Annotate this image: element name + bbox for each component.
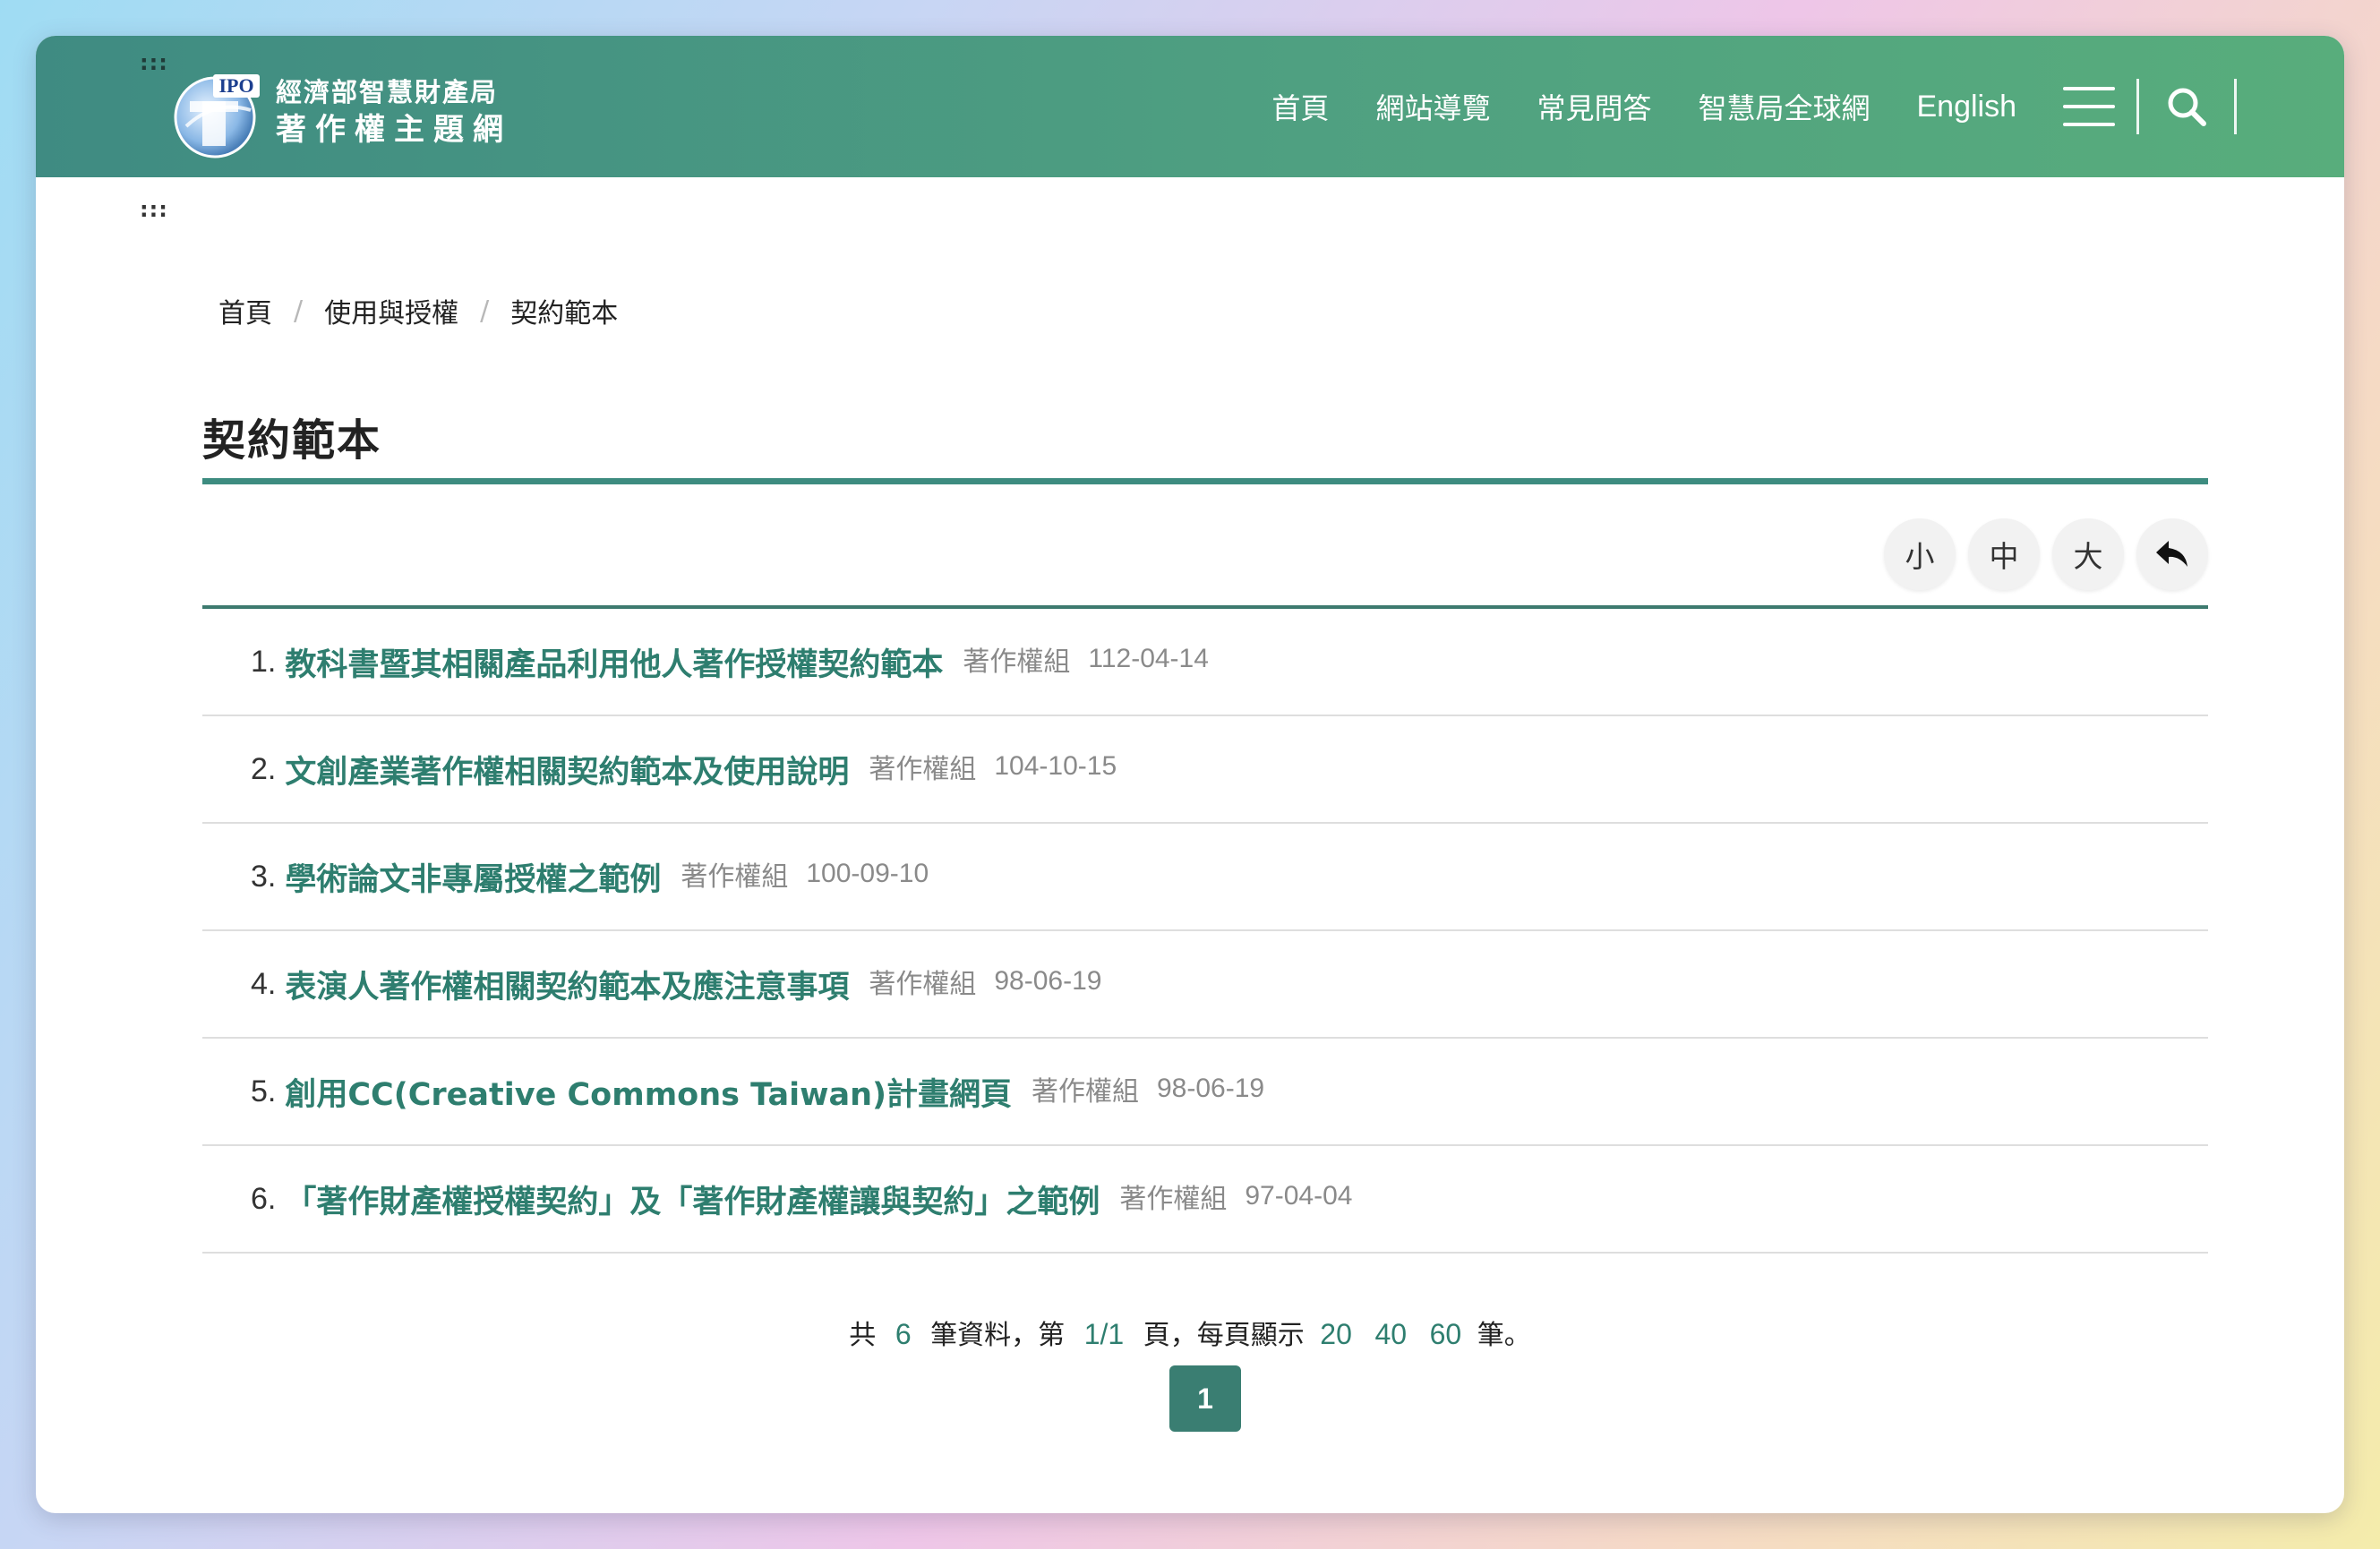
ipo-logo-icon: IPO	[168, 64, 265, 160]
item-date: 97-04-04	[1245, 1181, 1353, 1211]
pager-mid-text: 筆資料，第	[930, 1320, 1066, 1351]
page-title: 契約範本	[202, 415, 382, 466]
list-item: 2. 文創產業著作權相關契約範本及使用說明 著作權組 104-10-15	[202, 716, 2208, 824]
title-divider	[202, 478, 2208, 484]
logo-site-name: 著作權主題網	[276, 112, 512, 148]
item-unit: 著作權組	[869, 969, 977, 1000]
breadcrumb-home[interactable]: 首頁	[218, 291, 272, 330]
item-date: 100-09-10	[806, 859, 929, 888]
item-date: 104-10-15	[994, 751, 1117, 781]
page-1-button[interactable]: 1	[1169, 1365, 1241, 1432]
pager-mid-text: 頁，每頁顯示	[1143, 1320, 1305, 1351]
accesskey-top[interactable]: :::	[140, 52, 168, 73]
item-unit: 著作權組	[1119, 1184, 1228, 1215]
reply-arrow-icon	[2156, 541, 2187, 567]
item-date: 98-06-19	[1157, 1074, 1265, 1103]
nav-tipo-global[interactable]: 智慧局全球網	[1698, 86, 1870, 127]
main-nav: 首頁 網站導覽 常見問答 智慧局全球網 English	[1225, 79, 2237, 134]
item-date: 98-06-19	[994, 966, 1102, 996]
search-icon[interactable]	[2166, 86, 2207, 127]
nav-divider	[2234, 79, 2237, 134]
document-list: 1. 教科書暨其相關產品利用他人著作授權契約範本 著作權組 112-04-14 …	[202, 609, 2208, 1254]
font-small-button[interactable]: 小	[1884, 518, 1956, 590]
item-number: 5.	[251, 1074, 277, 1108]
site-logo[interactable]: IPO 經濟部智慧財產局 著作權主題網	[168, 63, 544, 161]
item-unit: 著作權組	[1032, 1076, 1139, 1108]
item-number: 2.	[251, 751, 277, 786]
nav-faq[interactable]: 常見問答	[1537, 86, 1651, 127]
list-item: 1. 教科書暨其相關產品利用他人著作授權契約範本 著作權組 112-04-14	[202, 609, 2208, 716]
font-large-button[interactable]: 大	[2052, 518, 2124, 590]
page-size-40-link[interactable]: 40	[1374, 1318, 1407, 1350]
item-number: 4.	[251, 966, 277, 1001]
item-number: 1.	[251, 644, 277, 679]
nav-home[interactable]: 首頁	[1271, 86, 1329, 127]
nav-divider	[2136, 79, 2139, 134]
pager-prefix: 共	[849, 1320, 877, 1351]
nav-english[interactable]: English	[1916, 90, 2016, 124]
breadcrumb-usage-licensing[interactable]: 使用與授權	[324, 291, 458, 330]
item-title-link[interactable]: 創用CC(Creative Commons Taiwan)計畫網頁	[285, 1069, 1012, 1115]
browser-window: ::: IPO 經濟部智慧財產局 著作權主題網 首頁 網站導覽 常見問答 智慧局…	[36, 36, 2344, 1513]
item-title-link[interactable]: 表演人著作權相關契約範本及應注意事項	[285, 962, 849, 1007]
breadcrumb-separator: /	[480, 295, 490, 327]
item-title-link[interactable]: 「著作財產權授權契約」及「著作財產權讓與契約」之範例	[285, 1177, 1100, 1222]
item-title-link[interactable]: 學術論文非專屬授權之範例	[285, 854, 661, 900]
accesskey-main[interactable]: :::	[140, 199, 168, 220]
font-medium-button[interactable]: 中	[1968, 518, 2040, 590]
breadcrumb: 首頁 / 使用與授權 / 契約範本	[218, 291, 618, 330]
hamburger-icon[interactable]	[2063, 87, 2115, 126]
svg-text:IPO: IPO	[218, 74, 253, 97]
page-size-60-link[interactable]: 60	[1430, 1318, 1462, 1350]
item-title-link[interactable]: 教科書暨其相關產品利用他人著作授權契約範本	[285, 639, 943, 685]
list-item: 6. 「著作財產權授權契約」及「著作財產權讓與契約」之範例 著作權組 97-04…	[202, 1146, 2208, 1254]
nav-sitemap[interactable]: 網站導覽	[1375, 86, 1490, 127]
breadcrumb-current: 契約範本	[510, 298, 619, 329]
pagination-summary: 共 6 筆資料，第 1/1 頁，每頁顯示 20 40 60 筆。	[36, 1313, 2344, 1352]
logo-agency-name: 經濟部智慧財產局	[276, 77, 499, 107]
font-size-tools: 小 中 大	[1871, 518, 2208, 590]
item-unit: 著作權組	[963, 646, 1071, 678]
site-header: ::: IPO 經濟部智慧財產局 著作權主題網 首頁 網站導覽 常見問答 智慧局…	[36, 36, 2344, 177]
list-item: 4. 表演人著作權相關契約範本及應注意事項 著作權組 98-06-19	[202, 931, 2208, 1039]
item-title-link[interactable]: 文創產業著作權相關契約範本及使用說明	[285, 747, 849, 792]
item-number: 3.	[251, 859, 277, 894]
list-item: 5. 創用CC(Creative Commons Taiwan)計畫網頁 著作權…	[202, 1039, 2208, 1146]
pager-page-of: 1/1	[1083, 1318, 1125, 1350]
list-item: 3. 學術論文非專屬授權之範例 著作權組 100-09-10	[202, 824, 2208, 931]
page-size-20-link[interactable]: 20	[1320, 1318, 1352, 1350]
pager-suffix: 筆。	[1477, 1320, 1531, 1351]
item-number: 6.	[251, 1181, 277, 1216]
item-unit: 著作權組	[869, 754, 977, 785]
pager-total-count: 6	[895, 1318, 912, 1350]
item-date: 112-04-14	[1088, 644, 1209, 673]
breadcrumb-separator: /	[294, 295, 304, 327]
item-unit: 著作權組	[681, 861, 789, 893]
back-button[interactable]	[2136, 518, 2208, 590]
